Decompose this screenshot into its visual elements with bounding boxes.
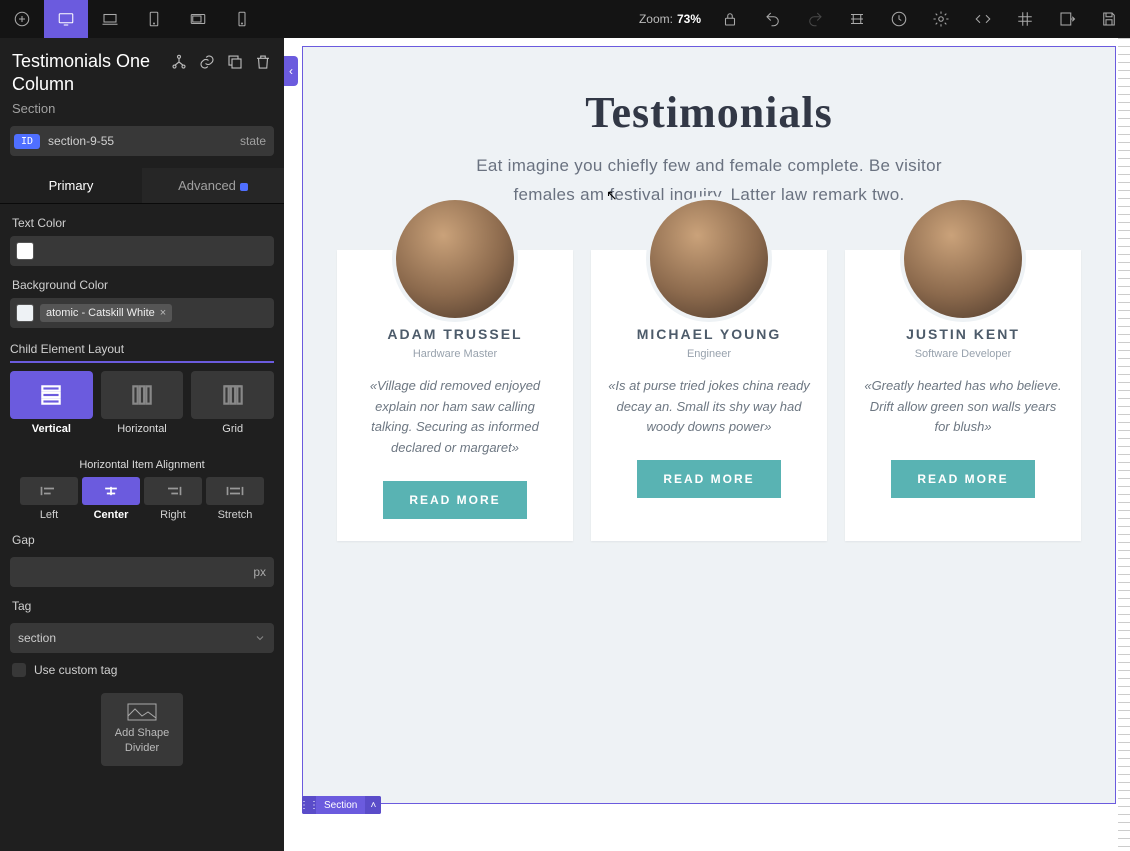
drag-grip-icon[interactable]: ⋮⋮ [302,796,316,814]
zoom-indicator[interactable]: Zoom: 73% [631,12,709,26]
testimonial-card[interactable]: ADAM TRUSSEL Hardware Master «Village did … [337,250,573,541]
device-phone-button[interactable] [220,0,264,38]
tab-primary[interactable]: Primary [0,168,142,203]
element-title: Testimonials One Column [12,50,170,95]
selected-section[interactable]: Testimonials Eat imagine you chiefly few… [302,46,1116,804]
testimonial-role: Hardware Master [353,348,557,360]
canvas: ‹ Testimonials Eat imagine you chiefly f… [284,38,1130,851]
chevron-down-icon [254,632,266,644]
text-color-swatch[interactable] [16,242,34,260]
device-tablet-landscape-button[interactable] [176,0,220,38]
align-right-button[interactable] [144,477,202,505]
bg-color-label: Background Color [0,266,284,298]
id-value: section-9-55 [48,134,114,148]
gap-field[interactable]: px [10,557,274,587]
device-desktop-button[interactable] [44,0,88,38]
tag-select[interactable]: section [10,623,274,653]
read-more-button[interactable]: READ MORE [891,460,1034,498]
tree-icon[interactable] [170,53,188,71]
device-laptop-button[interactable] [88,0,132,38]
properties-panel: Testimonials One Column Section ID secti… [0,38,284,851]
id-chip: ID [14,134,40,149]
bg-color-swatch[interactable] [16,304,34,322]
lock-button[interactable] [709,0,751,38]
text-color-label: Text Color [0,204,284,236]
advanced-indicator-icon [240,183,248,191]
device-tablet-button[interactable] [132,0,176,38]
tab-advanced[interactable]: Advanced [142,168,284,203]
read-more-button[interactable]: READ MORE [637,460,780,498]
gap-label: Gap [0,521,284,553]
zoom-label: Zoom: [639,12,673,26]
checkbox-icon [12,663,26,677]
redo-button[interactable] [794,0,836,38]
chevron-up-icon[interactable]: ˄ [365,796,381,814]
delete-icon[interactable] [254,53,272,71]
state-toggle[interactable]: state [240,134,266,148]
export-button[interactable] [1046,0,1088,38]
testimonial-quote: «Is at purse tried jokes china ready dec… [607,376,811,438]
settings-button[interactable] [920,0,962,38]
custom-tag-checkbox[interactable]: Use custom tag [12,663,272,677]
history-button[interactable] [878,0,920,38]
testimonial-quote: «Village did removed enjoyed explain nor… [353,376,557,459]
testimonial-role: Software Developer [861,348,1065,360]
align-center-button[interactable] [82,477,140,505]
avatar [650,200,768,318]
avatar [904,200,1022,318]
text-color-field[interactable] [10,236,274,266]
testimonial-card[interactable]: MICHAEL YOUNG Engineer «Is at purse tried … [591,250,827,541]
selection-badge[interactable]: ⋮⋮ Section ˄ [302,796,381,814]
structure-button[interactable] [836,0,878,38]
layout-grid-button[interactable] [191,371,274,419]
testimonial-quote: «Greatly hearted has who believe. Drift … [861,376,1065,438]
avatar [396,200,514,318]
child-layout-label: Child Element Layout [10,342,274,363]
vertical-ruler [1118,38,1130,851]
bg-color-chip[interactable]: atomic - Catskill White× [40,304,172,322]
testimonial-cards: ADAM TRUSSEL Hardware Master «Village did … [325,250,1093,541]
zoom-value: 73% [677,12,701,26]
testimonial-name: MICHAEL YOUNG [607,326,811,342]
testimonial-name: ADAM TRUSSEL [353,326,557,342]
tag-label: Tag [0,587,284,619]
element-id-field[interactable]: ID section-9-55 state [10,126,274,156]
bg-color-field[interactable]: atomic - Catskill White× [10,298,274,328]
tag-value: section [18,631,56,645]
link-icon[interactable] [198,53,216,71]
grid-button[interactable] [1004,0,1046,38]
layout-vertical-button[interactable] [10,371,93,419]
testimonial-card[interactable]: JUSTIN KENT Software Developer «Greatly he… [845,250,1081,541]
testimonial-role: Engineer [607,348,811,360]
duplicate-icon[interactable] [226,53,244,71]
section-heading[interactable]: Testimonials [325,87,1093,138]
layout-horizontal-button[interactable] [101,371,184,419]
undo-button[interactable] [752,0,794,38]
save-button[interactable] [1088,0,1130,38]
collapse-panel-button[interactable]: ‹ [284,56,298,86]
code-button[interactable] [962,0,1004,38]
h-align-label: Horizontal Item Alignment [0,459,284,471]
top-toolbar: Zoom: 73% [0,0,1130,38]
align-left-button[interactable] [20,477,78,505]
align-stretch-button[interactable] [206,477,264,505]
add-element-button[interactable] [0,0,44,38]
element-type: Section [0,101,284,126]
remove-color-icon[interactable]: × [160,307,166,319]
read-more-button[interactable]: READ MORE [383,481,526,519]
testimonial-name: JUSTIN KENT [861,326,1065,342]
selection-label: Section [316,800,365,811]
gap-unit: px [253,565,266,579]
add-shape-divider-button[interactable]: Add Shape Divider [101,693,183,766]
